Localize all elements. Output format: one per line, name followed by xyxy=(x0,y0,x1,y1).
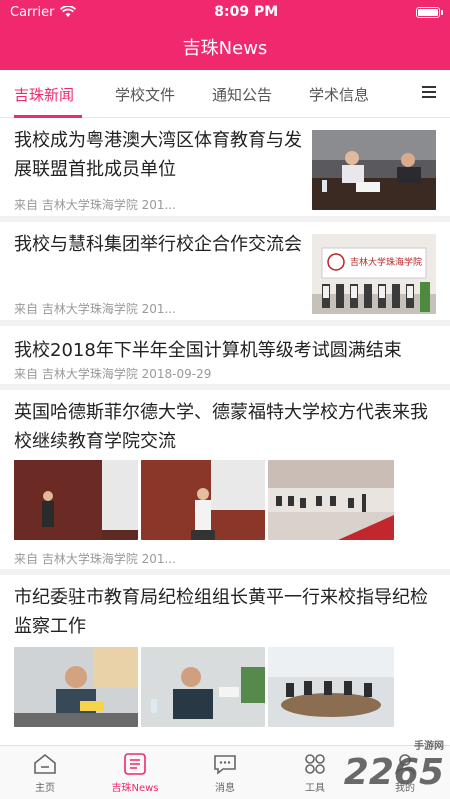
tab-academic-info[interactable]: 学术信息 xyxy=(309,84,369,105)
nav-bar: 吉珠News xyxy=(0,24,450,70)
news-thumbnail: 吉林大学珠海学院 xyxy=(312,234,436,314)
tab-notices[interactable]: 通知公告 xyxy=(212,84,272,105)
news-item[interactable]: 英国哈德斯菲尔德大学、德蒙福特大学校方代表来我校继续教育学院交流 来自 吉林大学… xyxy=(0,390,450,575)
news-thumbnail xyxy=(14,647,138,727)
news-icon xyxy=(124,752,146,775)
news-list: 我校成为粤港澳大湾区体育教育与发展联盟首批成员单位 来自 吉林大学珠海学院 20… xyxy=(0,118,450,745)
watermark-logo: 手游网 2265 xyxy=(344,737,444,793)
menu-icon[interactable] xyxy=(422,86,436,101)
wifi-icon xyxy=(60,6,77,17)
tab-home-label: 主页 xyxy=(35,782,55,794)
news-source: 来自 吉林大学珠海学院 201... xyxy=(14,302,176,316)
news-item[interactable]: 我校与慧科集团举行校企合作交流会 来自 吉林大学珠海学院 201... 吉林大学… xyxy=(0,222,450,326)
news-title: 市纪委驻市教育局纪检组组长黄平一行来校指导纪检监察工作 xyxy=(14,587,428,637)
tab-home[interactable]: 主页 xyxy=(0,746,90,799)
page-title: 吉珠News xyxy=(182,38,268,59)
news-thumbnail xyxy=(312,130,436,210)
news-item[interactable]: 我校2018年下半年全国计算机等级考试圆满结束 来自 吉林大学珠海学院 2018… xyxy=(0,326,450,390)
news-item[interactable]: 我校成为粤港澳大湾区体育教育与发展联盟首批成员单位 来自 吉林大学珠海学院 20… xyxy=(0,118,450,222)
news-item[interactable]: 市纪委驻市教育局纪检组组长黄平一行来校指导纪检监察工作 xyxy=(0,575,450,745)
news-source: 来自 吉林大学珠海学院 201... xyxy=(14,552,176,566)
news-thumbnail xyxy=(268,460,394,540)
battery-icon xyxy=(415,6,443,18)
watermark-sub: 手游网 xyxy=(414,741,444,752)
message-icon xyxy=(214,754,236,775)
tools-icon xyxy=(305,753,325,774)
news-source: 来自 吉林大学珠海学院 2018-09-29 xyxy=(14,367,212,381)
news-source: 来自 吉林大学珠海学院 201... xyxy=(14,198,176,212)
news-title: 我校成为粤港澳大湾区体育教育与发展联盟首批成员单位 xyxy=(14,130,302,180)
carrier-label: Carrier xyxy=(10,4,55,20)
news-thumbnail xyxy=(268,647,394,727)
tab-jizhu-news-bottom[interactable]: 吉珠News xyxy=(90,746,180,799)
watermark-brand: 2265 xyxy=(343,752,444,793)
tab-jizhu-news-label: 吉珠News xyxy=(111,782,159,794)
tab-messages-label: 消息 xyxy=(215,782,235,794)
tab-tools-label: 工具 xyxy=(305,782,325,794)
news-title: 我校与慧科集团举行校企合作交流会 xyxy=(14,234,302,255)
news-title: 英国哈德斯菲尔德大学、德蒙福特大学校方代表来我校继续教育学院交流 xyxy=(14,402,428,452)
tab-jizhu-news[interactable]: 吉珠新闻 xyxy=(14,84,74,105)
tab-messages[interactable]: 消息 xyxy=(180,746,270,799)
news-thumbnail xyxy=(141,460,265,540)
news-thumbnail xyxy=(141,647,265,727)
category-tabs: 吉珠新闻 学校文件 通知公告 学术信息 xyxy=(0,70,450,118)
news-thumbnail xyxy=(14,460,138,540)
banner-text: 吉林大学珠海学院 xyxy=(350,256,422,268)
home-icon xyxy=(34,753,56,774)
status-left: Carrier xyxy=(10,4,77,20)
news-title: 我校2018年下半年全国计算机等级考试圆满结束 xyxy=(14,340,402,361)
tab-school-files[interactable]: 学校文件 xyxy=(115,84,175,105)
status-bar: Carrier 8:09 PM xyxy=(0,0,450,24)
status-time: 8:09 PM xyxy=(214,4,279,20)
